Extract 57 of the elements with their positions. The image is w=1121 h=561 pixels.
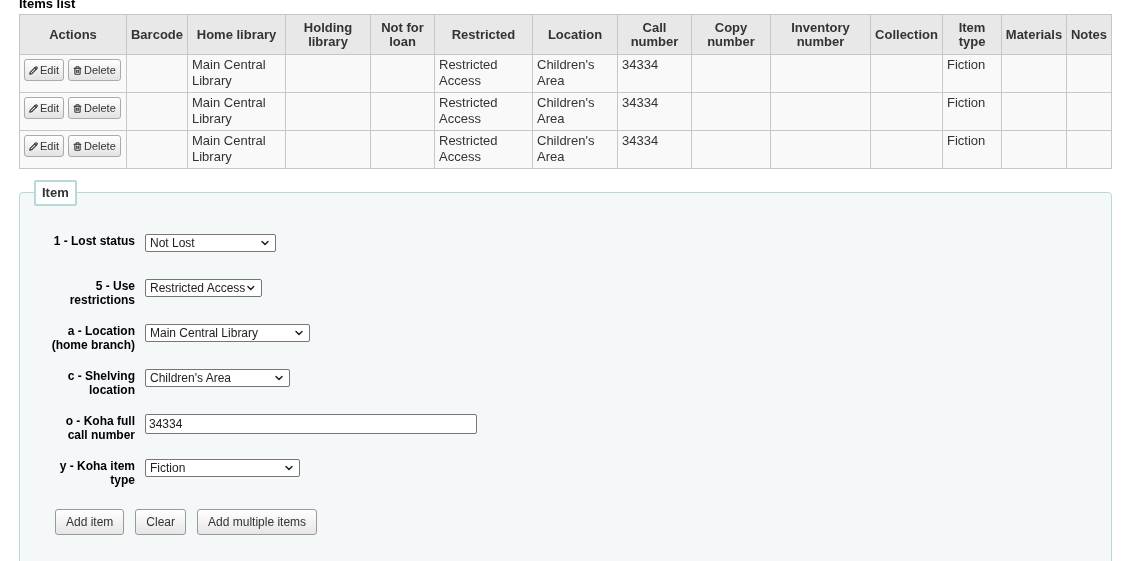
- dropdown[interactable]: Main Central Library: [145, 323, 310, 342]
- delete-button[interactable]: Delete: [67, 97, 121, 119]
- column-header: Collection: [870, 14, 943, 55]
- table-cell: 34334: [622, 133, 659, 148]
- column-header: Notes: [1066, 14, 1112, 55]
- column-header: Call number: [617, 14, 692, 55]
- table-cell: Children's Area: [537, 95, 595, 126]
- field-label: c - Shelving location: [66, 368, 135, 397]
- dropdown[interactable]: Fiction: [145, 458, 300, 477]
- column-header: Copy number: [691, 14, 771, 55]
- table-cell: Main Central Library: [192, 95, 266, 126]
- edit-button[interactable]: Edit: [24, 59, 64, 81]
- trash-icon: [72, 65, 82, 75]
- pencil-icon: [29, 65, 38, 75]
- column-header: Inventory number: [770, 14, 871, 55]
- field-label: y - Koha item type: [58, 458, 135, 487]
- form-button[interactable]: Add item: [55, 508, 125, 535]
- edit-button[interactable]: Edit: [24, 97, 64, 119]
- table-cell: Fiction: [947, 133, 986, 148]
- table-cell: Children's Area: [537, 57, 595, 88]
- column-header: Materials: [1001, 14, 1067, 55]
- panel-legend: Item: [34, 180, 77, 206]
- column-header: Holding library: [285, 14, 371, 55]
- table-cell: Main Central Library: [192, 133, 266, 164]
- table-cell: Restricted Access: [439, 95, 498, 126]
- table-cell: Fiction: [947, 57, 986, 72]
- column-header: Not for loan: [370, 14, 435, 55]
- column-header: Restricted: [434, 14, 533, 55]
- dropdown[interactable]: Children's Area: [145, 368, 290, 387]
- pencil-icon: [29, 141, 38, 151]
- trash-icon: [72, 141, 82, 151]
- pencil-icon: [29, 103, 38, 113]
- column-header: Item type: [942, 14, 1002, 55]
- column-header: Actions: [19, 14, 127, 55]
- dropdown[interactable]: Restricted Access: [145, 278, 262, 297]
- dropdown[interactable]: Not Lost: [145, 233, 276, 252]
- delete-button[interactable]: Delete: [67, 135, 121, 157]
- delete-button[interactable]: Delete: [67, 59, 121, 81]
- table-cell: Fiction: [947, 95, 986, 110]
- field-label: 1 - Lost status: [52, 233, 135, 248]
- table-cell: Main Central Library: [192, 57, 266, 88]
- field-label: a - Location (home branch): [50, 323, 135, 352]
- field-label: o - Koha full call number: [64, 413, 135, 442]
- table-cell: Restricted Access: [439, 57, 498, 88]
- table-cell: Restricted Access: [439, 133, 498, 164]
- edit-button[interactable]: Edit: [24, 135, 64, 157]
- table-cell: Children's Area: [537, 133, 595, 164]
- column-header: Barcode: [126, 14, 188, 55]
- form-button[interactable]: Clear: [135, 508, 187, 535]
- column-header: Home library: [187, 14, 286, 55]
- input-field[interactable]: 34334: [145, 413, 477, 434]
- column-header: Location: [532, 14, 618, 55]
- field-label: 5 - Use restrictions: [68, 278, 135, 307]
- table-cell: 34334: [622, 95, 659, 110]
- trash-icon: [72, 103, 82, 113]
- form-button[interactable]: Add multiple items: [197, 508, 318, 535]
- table-cell: 34334: [622, 57, 659, 72]
